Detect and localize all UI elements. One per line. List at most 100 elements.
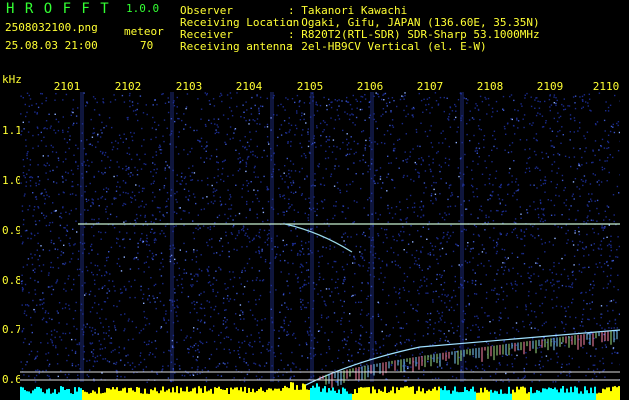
noise-dot bbox=[565, 204, 567, 207]
noise-dot bbox=[551, 298, 553, 301]
noise-dot bbox=[25, 145, 27, 147]
noise-dot bbox=[444, 212, 446, 214]
noise-dot bbox=[554, 237, 556, 240]
noise-dot bbox=[99, 114, 101, 116]
noise-dot bbox=[473, 134, 475, 137]
noise-dot bbox=[564, 330, 566, 333]
noise-dot bbox=[550, 282, 552, 284]
noise-dot bbox=[258, 110, 260, 112]
noise-dot bbox=[255, 375, 258, 377]
noise-dot bbox=[431, 106, 433, 109]
noise-dot bbox=[126, 232, 128, 234]
noise-dot bbox=[44, 202, 46, 205]
meter-bar bbox=[148, 393, 150, 400]
noise-dot bbox=[439, 242, 442, 245]
meter-bar bbox=[430, 390, 432, 400]
noise-dot bbox=[444, 162, 447, 164]
noise-dot bbox=[472, 247, 474, 250]
noise-dot bbox=[232, 174, 234, 176]
noise-dot bbox=[466, 327, 469, 329]
noise-dot bbox=[422, 335, 425, 337]
noise-dot bbox=[410, 345, 413, 347]
noise-dot bbox=[111, 148, 114, 151]
noise-dot bbox=[440, 178, 442, 180]
meter-bar bbox=[316, 383, 318, 400]
noise-dot bbox=[422, 111, 424, 113]
noise-dot bbox=[328, 139, 330, 141]
noise-dot bbox=[92, 353, 94, 355]
noise-dot bbox=[368, 116, 371, 119]
meter-bar bbox=[610, 391, 612, 400]
noise-dot bbox=[127, 361, 129, 364]
noise-dot bbox=[297, 281, 299, 283]
meter-bar bbox=[158, 393, 160, 400]
noise-dot bbox=[126, 117, 128, 119]
noise-dot bbox=[529, 324, 531, 326]
noise-dot bbox=[243, 380, 246, 383]
noise-dot bbox=[32, 269, 34, 272]
meter-bar bbox=[540, 392, 542, 400]
noise-dot bbox=[51, 285, 53, 287]
noise-dot bbox=[246, 141, 249, 144]
noise-dot bbox=[286, 280, 288, 282]
noise-dot bbox=[348, 142, 350, 144]
noise-dot bbox=[404, 365, 407, 367]
meter-bar bbox=[182, 391, 184, 400]
noise-dot bbox=[110, 159, 112, 162]
noise-dot bbox=[45, 215, 48, 217]
noise-dot bbox=[579, 240, 581, 243]
noise-dot bbox=[306, 330, 309, 333]
noise-dot bbox=[355, 245, 357, 248]
noise-dot bbox=[164, 102, 167, 104]
noise-dot bbox=[57, 121, 60, 123]
noise-dot bbox=[557, 131, 559, 133]
noise-dot bbox=[419, 286, 421, 288]
noise-dot bbox=[592, 149, 594, 151]
noise-dot bbox=[385, 111, 387, 113]
noise-dot bbox=[612, 194, 615, 196]
meter-bar bbox=[68, 389, 70, 400]
noise-dot bbox=[329, 295, 331, 297]
noise-dot bbox=[218, 266, 220, 269]
noise-dot bbox=[197, 179, 199, 182]
noise-dot bbox=[266, 97, 268, 100]
noise-dot bbox=[325, 140, 327, 143]
noise-dot bbox=[341, 211, 343, 213]
noise-dot bbox=[302, 304, 304, 306]
noise-dot bbox=[242, 329, 244, 331]
noise-dot bbox=[123, 256, 125, 258]
noise-dot bbox=[316, 202, 318, 205]
noise-dot bbox=[22, 241, 24, 243]
noise-dot bbox=[208, 239, 211, 241]
noise-dot bbox=[303, 113, 306, 115]
noise-dot bbox=[524, 97, 526, 99]
noise-dot bbox=[255, 234, 258, 237]
noise-dot bbox=[178, 274, 181, 276]
noise-dot bbox=[315, 103, 317, 105]
noise-dot bbox=[307, 145, 310, 148]
noise-dot bbox=[63, 227, 65, 229]
noise-dot bbox=[155, 307, 157, 310]
noise-dot bbox=[563, 189, 565, 192]
noise-dot bbox=[603, 147, 606, 149]
noise-dot bbox=[346, 263, 348, 266]
noise-dot bbox=[283, 330, 285, 332]
noise-dot bbox=[477, 108, 480, 111]
noise-dot bbox=[325, 247, 327, 249]
noise-dot bbox=[607, 147, 610, 149]
noise-dot bbox=[368, 228, 371, 230]
noise-dot bbox=[439, 96, 442, 99]
noise-dot bbox=[327, 339, 330, 341]
noise-dot bbox=[563, 202, 565, 204]
noise-dot bbox=[410, 366, 412, 368]
noise-dot bbox=[249, 209, 251, 211]
noise-dot bbox=[543, 179, 546, 181]
meter-bar bbox=[234, 387, 236, 400]
noise-dot bbox=[287, 324, 290, 326]
noise-dot bbox=[528, 167, 530, 169]
noise-dot bbox=[553, 94, 556, 96]
noise-dot bbox=[112, 320, 115, 323]
noise-dot bbox=[398, 235, 401, 237]
noise-dot bbox=[416, 310, 418, 312]
noise-dot bbox=[37, 369, 39, 371]
